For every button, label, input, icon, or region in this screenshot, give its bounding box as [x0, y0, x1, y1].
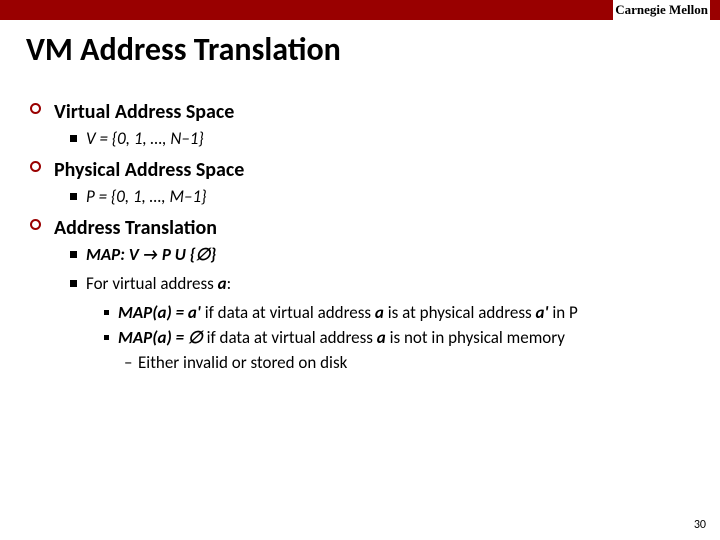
m1-ap: a' — [536, 302, 549, 323]
map-case-miss: MAP(a) = ∅ if data at virtual address a … — [26, 327, 694, 350]
m1-a: a — [375, 302, 384, 323]
virtual-set-def: V = {0, 1, …, N–1} — [26, 128, 694, 151]
section-heading-virtual: Virtual Address Space — [26, 99, 694, 126]
physical-set-def: P = {0, 1, …, M–1} — [26, 186, 694, 209]
slide-title: VM Address Translation — [26, 30, 341, 69]
section-heading-physical: Physical Address Space — [26, 157, 694, 184]
m2-tail: is not in physical memory — [386, 327, 565, 348]
for-a: a — [218, 273, 227, 294]
section-heading-translation: Address Translation — [26, 215, 694, 242]
map-case-hit: MAP(a) = a' if data at virtual address a… — [26, 302, 694, 325]
m1-mid: if data at virtual address — [201, 302, 375, 323]
for-suffix: : — [227, 273, 232, 294]
either-line: Either invalid or stored on disk — [26, 352, 694, 375]
map-def: MAP: V → P U {∅} — [26, 244, 694, 267]
for-virtual-address: For virtual address a: — [26, 273, 694, 296]
page-number: 30 — [694, 518, 706, 532]
m1-lhs: MAP(a) = a' — [118, 302, 201, 323]
m2-lhs: MAP(a) = ∅ — [118, 327, 207, 348]
map-def-text: MAP: V → P U {∅} — [86, 244, 216, 265]
m2-a: a — [377, 327, 386, 348]
m1-mid2: is at physical address — [384, 302, 536, 323]
for-prefix: For virtual address — [86, 273, 218, 294]
brand-label: Carnegie Mellon — [613, 0, 710, 20]
header-bar — [0, 0, 720, 20]
slide-content: Virtual Address Space V = {0, 1, …, N–1}… — [26, 95, 694, 377]
m1-tail: in P — [548, 302, 577, 323]
m2-mid: if data at virtual address — [207, 327, 377, 348]
